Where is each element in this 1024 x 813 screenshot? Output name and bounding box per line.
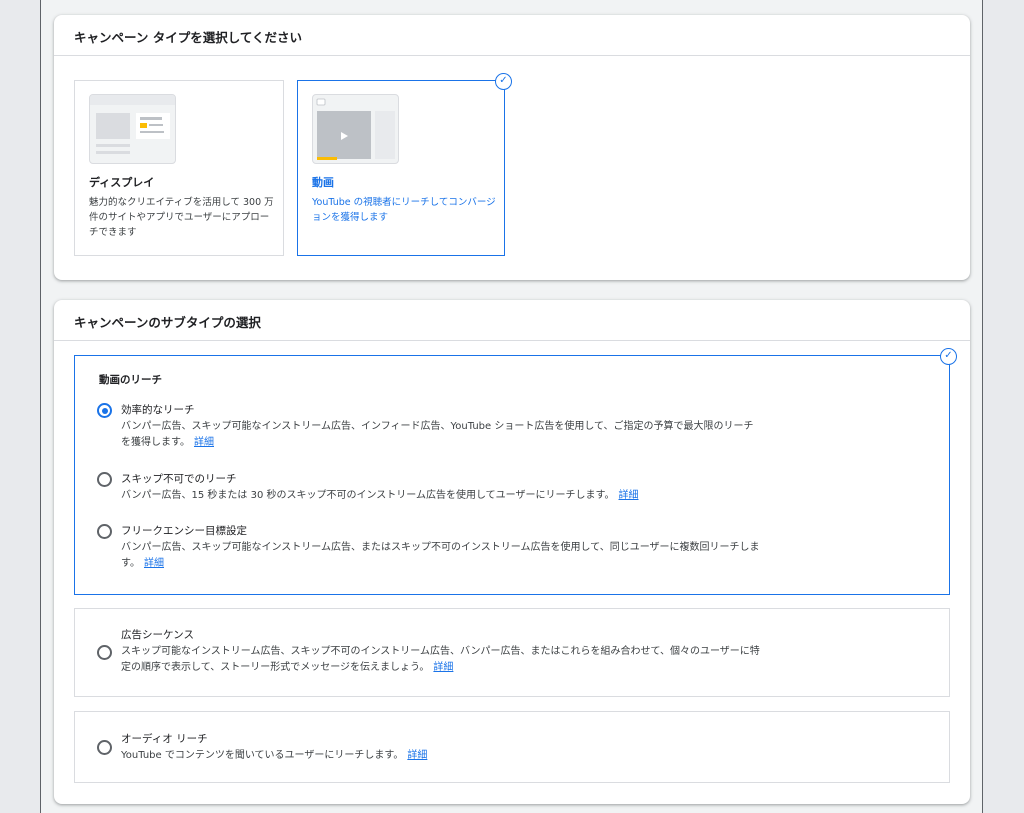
option-desc: バンパー広告、スキップ可能なインストリーム広告、またはスキップ不可のインストリー… bbox=[121, 542, 760, 569]
campaign-type-card: キャンペーン タイプを選択してください ディスプレイ 魅力的なクリエイティブを活… bbox=[54, 15, 970, 280]
tile-display[interactable]: ディスプレイ 魅力的なクリエイティブを活用して 300 万件のサイトやアプリでユ… bbox=[74, 80, 284, 256]
campaign-subtype-header: キャンペーンのサブタイプの選択 bbox=[54, 300, 970, 341]
tile-video-title: 動画 bbox=[312, 176, 334, 189]
option-desc: バンパー広告、スキップ可能なインストリーム広告、インフィード広告、YouTube… bbox=[121, 421, 754, 448]
radio-non-skippable-reach[interactable] bbox=[97, 472, 112, 487]
check-icon: ✓ bbox=[940, 348, 957, 365]
learn-more-link[interactable]: 詳細 bbox=[619, 490, 639, 501]
check-icon: ✓ bbox=[495, 73, 512, 90]
option-label: スキップ不可でのリーチ bbox=[121, 473, 237, 485]
option-desc: バンパー広告、15 秒または 30 秒のスキップ不可のインストリーム広告を使用し… bbox=[121, 490, 639, 501]
tile-video[interactable]: 動画 YouTube の視聴者にリーチしてコンバージョンを獲得します ✓ bbox=[297, 73, 512, 256]
learn-more-link[interactable]: 詳細 bbox=[433, 662, 453, 673]
radio-audio-reach[interactable] bbox=[97, 740, 112, 755]
radio-ad-sequence[interactable] bbox=[97, 645, 112, 660]
option-label: オーディオ リーチ bbox=[121, 733, 208, 745]
option-desc: スキップ可能なインストリーム広告、スキップ不可のインストリーム広告、バンパー広告… bbox=[121, 646, 760, 673]
option-label: 効率的なリーチ bbox=[121, 404, 195, 416]
option-label: 広告シーケンス bbox=[121, 629, 194, 641]
option-desc: YouTube でコンテンツを聞いているユーザーにリーチします。 詳細 bbox=[121, 750, 428, 761]
learn-more-link[interactable]: 詳細 bbox=[407, 750, 427, 761]
video-thumbnail-icon bbox=[312, 94, 399, 164]
campaign-type-header: キャンペーン タイプを選択してください bbox=[54, 15, 970, 56]
subtype-audio-reach-box[interactable]: オーディオ リーチ YouTube でコンテンツを聞いているユーザーにリーチしま… bbox=[74, 711, 950, 783]
tile-video-desc: YouTube の視聴者にリーチしてコンバージョンを獲得します bbox=[312, 197, 496, 223]
radio-target-frequency[interactable] bbox=[97, 524, 112, 539]
video-reach-title: 動画のリーチ bbox=[99, 374, 162, 386]
subtype-video-reach-box[interactable]: 動画のリーチ 効率的なリーチ バンパー広告、スキップ可能なインストリーム広告、イ… bbox=[74, 348, 957, 595]
tile-display-desc: 魅力的なクリエイティブを活用して 300 万件のサイトやアプリでユーザーにアプロ… bbox=[89, 197, 274, 238]
radio-efficient-reach[interactable] bbox=[97, 403, 112, 418]
page-column: キャンペーン タイプを選択してください ディスプレイ 魅力的なクリエイティブを活… bbox=[40, 0, 983, 813]
display-thumbnail-icon bbox=[89, 94, 176, 164]
learn-more-link[interactable]: 詳細 bbox=[194, 437, 214, 448]
subtype-ad-sequence-box[interactable]: 広告シーケンス スキップ可能なインストリーム広告、スキップ不可のインストリーム広… bbox=[74, 608, 950, 697]
option-label: フリークエンシー目標設定 bbox=[121, 525, 247, 537]
campaign-subtype-card: キャンペーンのサブタイプの選択 動画のリーチ 効率的なリーチ バンパー広告、スキ… bbox=[54, 300, 970, 804]
learn-more-link[interactable]: 詳細 bbox=[144, 558, 164, 569]
tile-display-title: ディスプレイ bbox=[89, 176, 155, 189]
